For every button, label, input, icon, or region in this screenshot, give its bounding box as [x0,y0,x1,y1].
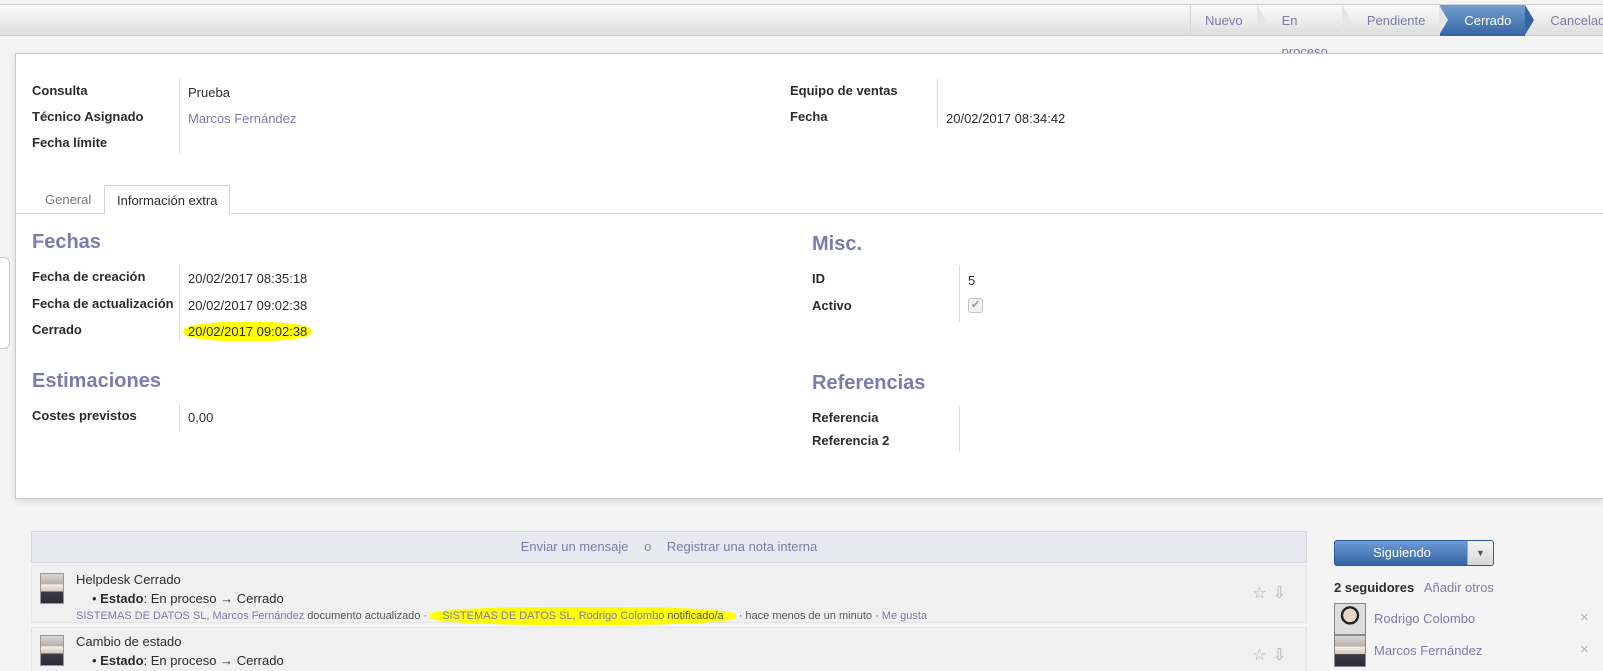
stage-nuevo[interactable]: Nuevo [1190,5,1266,36]
stage-cancelado[interactable]: Cancelado [1525,5,1603,36]
check-icon: ✔ [970,299,981,311]
avatar [1334,635,1366,667]
fecha-limite-label: Fecha límite [32,135,108,150]
estimaciones-heading: Estimaciones [32,370,161,392]
stage-en-proceso[interactable]: En proceso [1256,5,1351,59]
caret-down-icon[interactable]: ▼ [1467,541,1493,565]
tracking-line: • Estado: En proceso → Cerrado [92,591,284,606]
message-title: Helpdesk Cerrado [76,572,181,587]
stage-arrow [1341,5,1351,35]
id-label: ID [812,271,825,286]
stage-cerrado[interactable]: Cerrado [1439,5,1535,36]
status-bar: Nuevo En proceso Pendiente Cerrado Cance… [1190,5,1603,59]
divider [959,406,960,452]
star-icon[interactable]: ☆ [1252,585,1272,602]
divider [937,79,938,127]
fecha-actualizacion-value: 20/02/2017 09:02:38 [188,298,308,313]
fecha-creacion-label: Fecha de creación [32,269,146,284]
close-icon[interactable]: × [1580,641,1589,658]
download-icon[interactable]: ⇩ [1273,647,1292,664]
fecha-creacion-value: 20/02/2017 08:35:18 [188,271,308,286]
form-sheet: Consulta Prueba Técnico Asignado Marcos … [15,53,1603,499]
divider [179,79,180,153]
avatar [40,573,64,604]
message-item: Helpdesk Cerrado • Estado: En proceso → … [31,565,1307,625]
authors-link[interactable]: SISTEMAS DE DATOS SL, Marcos Fernández [76,610,304,622]
fechas-heading: Fechas [32,231,101,253]
consulta-value[interactable]: Prueba [188,85,230,100]
stage-arrow [1525,5,1535,35]
divider [959,265,960,323]
message-actions: ☆⇩ [1252,583,1292,603]
chatter-composer: Enviar un mensaje o Registrar una nota i… [31,531,1307,563]
tecnico-label: Técnico Asignado [32,109,144,124]
misc-heading: Misc. [812,233,863,255]
tab-general[interactable]: General [33,185,103,215]
fecha-actualizacion-label: Fecha de actualización [32,296,174,311]
star-icon[interactable]: ☆ [1252,647,1272,664]
cerrado-label: Cerrado [32,322,82,337]
top-bar: Nuevo En proceso Pendiente Cerrado Cance… [0,4,1603,59]
divider [179,404,180,432]
followers-header: 2 seguidores Añadir otros [1334,580,1494,595]
follower-item: Rodrigo Colombo × [1334,603,1603,635]
like-link[interactable]: Me gusta [882,610,927,622]
following-button[interactable]: Siguiendo ▼ [1334,540,1494,566]
referencia-label: Referencia [812,410,879,425]
referencias-heading: Referencias [812,372,926,394]
fecha-value[interactable]: 20/02/2017 08:34:42 [946,111,1065,126]
id-value: 5 [968,273,976,288]
tab-informacion-extra[interactable]: Información extra [104,185,231,215]
equipo-label: Equipo de ventas [790,83,898,98]
consulta-label: Consulta [32,83,88,98]
follower-item: Marcos Fernández × [1334,635,1603,667]
message-title: Cambio de estado [76,634,182,649]
message-item: Cambio de estado • Estado: En proceso → … [31,627,1307,671]
download-icon[interactable]: ⇩ [1273,585,1292,602]
cerrado-value: 20/02/2017 09:02:38 [184,322,312,341]
notified-link[interactable]: SISTEMAS DE DATOS SL, Rodrigo Colombo [442,610,664,622]
stage-arrow [1256,5,1266,35]
tracking-line: • Estado: En proceso → Cerrado [92,653,284,668]
message-meta: SISTEMAS DE DATOS SL, Marcos Fernández d… [76,607,927,625]
referencia-2-label: Referencia 2 [812,433,890,448]
add-followers-link[interactable]: Añadir otros [1424,580,1494,595]
avatar [1334,603,1366,635]
avatar [40,635,64,666]
side-handle [0,257,10,349]
stage-arrow [1439,5,1449,35]
costes-value: 0,00 [188,410,214,425]
divider [179,265,180,341]
costes-label: Costes previstos [32,408,137,423]
fecha-label: Fecha [790,109,828,124]
tabs: General Información extra [16,179,1603,215]
stage-pendiente[interactable]: Pendiente [1341,5,1449,36]
composer-separator: o [644,539,652,554]
send-message-link[interactable]: Enviar un mensaje [521,539,629,554]
activo-checkbox[interactable]: ✔ [968,298,983,313]
activo-label: Activo [812,298,852,313]
close-icon[interactable]: × [1580,609,1589,626]
followers-count: 2 seguidores [1334,580,1415,595]
follower-name[interactable]: Rodrigo Colombo [1374,611,1475,626]
log-note-link[interactable]: Registrar una nota interna [667,539,817,554]
follower-name[interactable]: Marcos Fernández [1374,643,1482,658]
tecnico-link[interactable]: Marcos Fernández [188,111,296,126]
message-actions: ☆⇩ [1252,645,1292,665]
